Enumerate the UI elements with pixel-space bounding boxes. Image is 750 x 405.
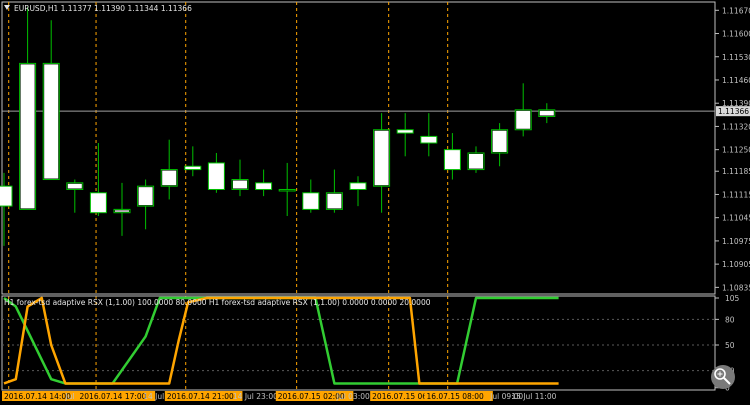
time-label: 2016.07.14 14:00 (4, 392, 71, 401)
zoom-magnifier-icon[interactable] (711, 365, 735, 389)
price-tick-label: 1.11670 (722, 6, 750, 15)
candle-body (420, 135, 438, 144)
price-title: EURUSD,H1 1.11377 1.11390 1.11344 1.1136… (14, 4, 192, 13)
candle-body (0, 185, 13, 207)
candle-body (184, 165, 202, 171)
candle-fill (374, 130, 389, 186)
candle-fill (162, 170, 177, 186)
mt4-chart-window: 1.11670 1.11600 1.11530 1.11460 1.11390 1.113… (0, 0, 750, 405)
candle-fill (115, 210, 129, 212)
candle-body (302, 192, 320, 210)
indicator-panel: 1058050200 (1, 294, 740, 393)
chart-canvas[interactable]: 1.116701.116001.115301.114601.113901.113… (0, 0, 750, 405)
price-tick-label: 1.11460 (722, 76, 750, 85)
time-label: 15 Jul 11:00 (511, 392, 556, 401)
candle-fill (469, 153, 483, 169)
time-label: 2016.07.15 02:00 (278, 392, 345, 401)
indicator-tick-label: 80 (725, 315, 735, 324)
time-axis: 2016.07.14 14:00Jul 2016.07.14 17:0014 Ju… (2, 391, 557, 401)
price-tick-label: 1.10975 (722, 237, 750, 246)
current-price-label: 1.11366 (718, 107, 749, 116)
price-tick-label: 1.11250 (722, 146, 750, 155)
candle-body (396, 129, 414, 134)
candle-fill (233, 180, 247, 189)
candle-fill (138, 187, 153, 206)
price-tick-label: 1.11600 (722, 30, 750, 39)
price-tick-label: 1.10835 (722, 283, 750, 292)
time-label: Jul 03:00 (336, 392, 370, 401)
price-tick-label: 1.11320 (722, 122, 750, 131)
time-label: 2016.07.14 21:00 (167, 392, 234, 401)
price-tick-label: 1.11530 (722, 53, 750, 62)
candle-body (278, 188, 296, 192)
indicator-tick-label: 50 (725, 341, 735, 350)
price-tick-label: 1.11115 (722, 190, 750, 199)
time-label: 14 Jul 23:00 (233, 392, 278, 401)
time-label: 2016.07.14 17:00 (80, 392, 147, 401)
time-label: 16.07.15 08:00 (426, 392, 484, 401)
time-label: Jul (64, 392, 74, 401)
indicator-title: H1 forex-tsd adaptive RSX (1,1.00) 100.0… (4, 298, 431, 307)
indicator-frame (1, 295, 716, 391)
price-tick-label: 1.10905 (722, 260, 750, 269)
candle-body (89, 192, 107, 214)
time-label: 14 Jul (143, 392, 164, 401)
indicator-tick-label: 105 (725, 294, 740, 303)
candle-body (443, 149, 461, 171)
price-panel: 1.116701.116001.115301.114601.113901.113… (0, 1, 750, 390)
candle-body (349, 182, 367, 190)
price-tick-label: 1.11185 (722, 167, 750, 176)
candle-fill (492, 130, 507, 152)
candle-fill (327, 193, 342, 209)
candle-body (207, 162, 225, 190)
candle-body (255, 182, 273, 190)
price-tick-label: 1.11045 (722, 214, 750, 223)
candle-fill (67, 183, 82, 189)
price-frame (1, 1, 716, 295)
candle-fill (516, 110, 531, 129)
candle-fill (20, 64, 35, 209)
candle-fill (539, 110, 554, 116)
candle-fill (44, 64, 59, 179)
